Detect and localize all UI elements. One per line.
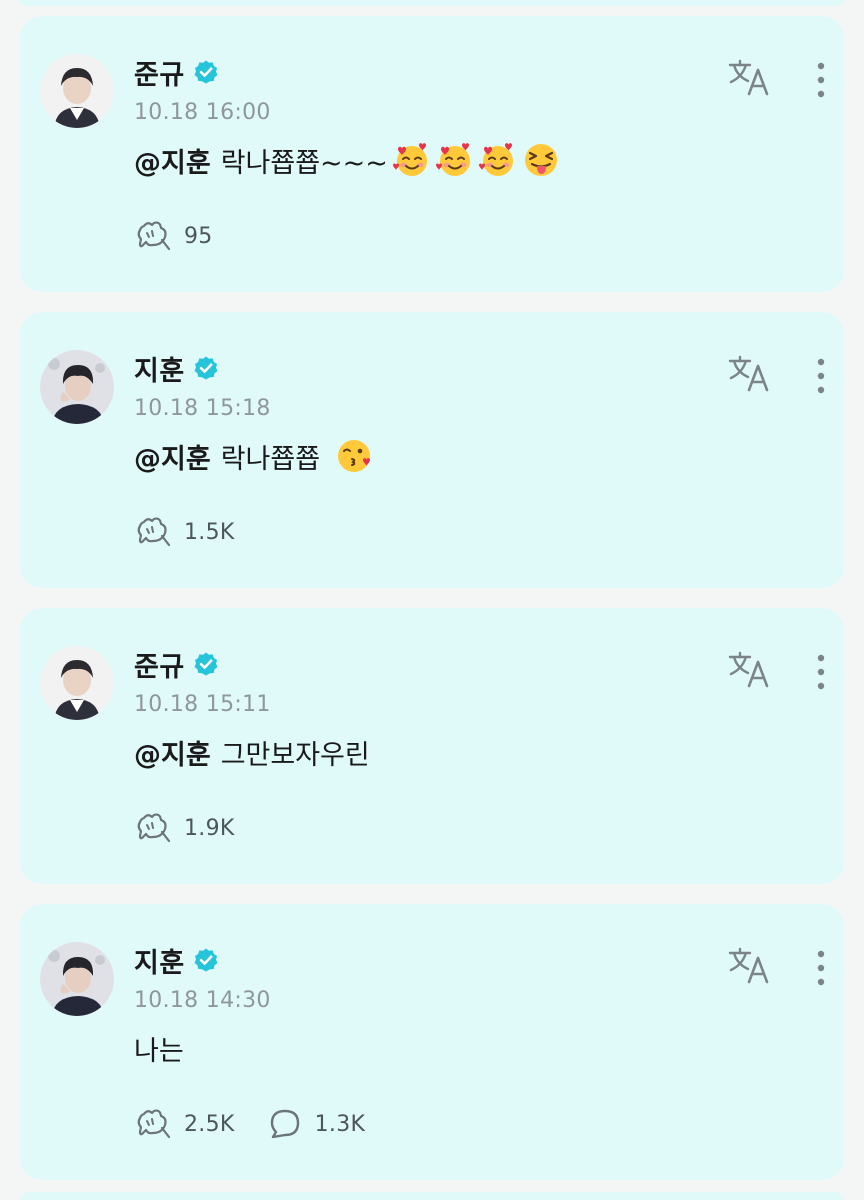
post-message: 나는 <box>134 1028 184 1068</box>
avatar-photo-icon <box>40 350 114 424</box>
author-avatar[interactable] <box>40 942 114 1016</box>
more-options-icon[interactable] <box>808 356 834 396</box>
post-timestamp: 10.18 14:30 <box>134 988 271 1013</box>
verified-badge-icon <box>194 356 218 380</box>
previous-post-edge <box>20 0 844 6</box>
post-timestamp: 10.18 16:00 <box>134 100 271 125</box>
author-avatar[interactable] <box>40 646 114 720</box>
emoji-group <box>334 436 374 476</box>
squinting-face-with-tongue-icon <box>524 144 557 176</box>
verified-badge-icon <box>194 652 218 676</box>
smiling-face-with-hearts-icon <box>392 143 427 176</box>
post-message: @지훈 락나쬽쬽~~~ <box>134 140 561 180</box>
author-name[interactable]: 지훈 <box>134 349 185 388</box>
message-text: 락나쬽쬽 <box>220 443 321 475</box>
mention-link[interactable]: @지훈 <box>134 437 211 476</box>
like-reaction-icon <box>137 813 171 843</box>
comment-count: 1.3K <box>314 1111 366 1137</box>
smiling-face-with-hearts-icon <box>478 143 513 176</box>
post-card[interactable]: 준규 10.18 16:00 @지훈 락나쬽쬽~~~ 95 <box>20 16 844 292</box>
more-options-icon[interactable] <box>808 60 834 100</box>
post-card[interactable]: 준규 10.18 15:11 @지훈 그만보자우린 1.9K <box>20 608 844 884</box>
avatar-photo-icon <box>40 942 114 1016</box>
post-feed: 준규 10.18 16:00 @지훈 락나쬽쬽~~~ 95 지훈 10.18 1… <box>0 0 864 1200</box>
like-count: 95 <box>184 223 213 249</box>
author-name[interactable]: 준규 <box>134 53 185 92</box>
message-text: 나는 <box>134 1035 184 1067</box>
post-card[interactable]: 지훈 10.18 15:18 @지훈 락나쬽쬽 1.5K <box>20 312 844 588</box>
like-reaction-icon <box>137 1109 171 1139</box>
translate-icon[interactable] <box>726 354 774 394</box>
like-button[interactable]: 1.5K <box>134 514 235 550</box>
like-reaction-icon <box>137 517 171 547</box>
verified-badge-icon <box>194 60 218 84</box>
emoji-group <box>392 140 561 180</box>
post-card[interactable]: 지훈 10.18 14:30 나는 2.5K 1.3K <box>20 904 844 1180</box>
like-reaction-icon <box>137 221 171 251</box>
author-avatar[interactable] <box>40 54 114 128</box>
more-options-icon[interactable] <box>808 652 834 692</box>
post-timestamp: 10.18 15:18 <box>134 396 271 421</box>
post-message: @지훈 그만보자우린 <box>134 732 370 772</box>
message-text: 그만보자우린 <box>220 739 370 771</box>
avatar-photo-icon <box>40 54 114 128</box>
smiling-face-with-hearts-icon <box>435 143 470 176</box>
mention-link[interactable]: @지훈 <box>134 141 211 180</box>
like-count: 1.5K <box>184 519 235 545</box>
like-button[interactable]: 1.9K <box>134 810 235 846</box>
like-count: 1.9K <box>184 815 235 841</box>
more-options-icon[interactable] <box>808 948 834 988</box>
like-button[interactable]: 95 <box>134 218 213 254</box>
verified-badge-icon <box>194 948 218 972</box>
post-timestamp: 10.18 15:11 <box>134 692 271 717</box>
author-name[interactable]: 지훈 <box>134 941 185 980</box>
translate-icon[interactable] <box>726 650 774 690</box>
translate-icon[interactable] <box>726 946 774 986</box>
avatar-photo-icon <box>40 646 114 720</box>
comment-button[interactable]: 1.3K <box>265 1106 366 1142</box>
comment-bubble-icon <box>270 1109 299 1139</box>
like-count: 2.5K <box>184 1111 235 1137</box>
author-name[interactable]: 준규 <box>134 645 185 684</box>
face-blowing-a-kiss-icon <box>338 440 371 472</box>
mention-link[interactable]: @지훈 <box>134 733 211 772</box>
translate-icon[interactable] <box>726 58 774 98</box>
next-post-edge <box>20 1192 844 1200</box>
author-avatar[interactable] <box>40 350 114 424</box>
like-button[interactable]: 2.5K <box>134 1106 235 1142</box>
post-message: @지훈 락나쬽쬽 <box>134 436 374 476</box>
message-text: 락나쬽쬽~~~ <box>220 147 388 179</box>
